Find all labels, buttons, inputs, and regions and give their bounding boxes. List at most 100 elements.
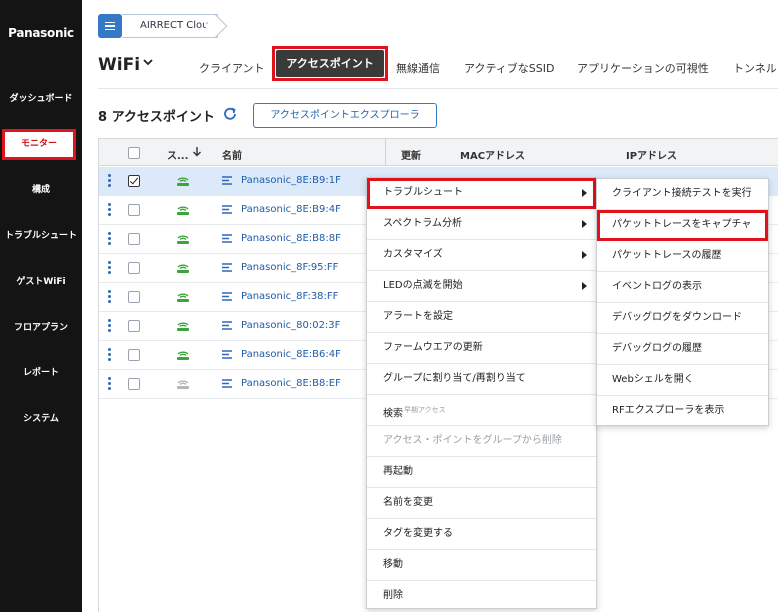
row-checkbox[interactable] [128, 175, 140, 187]
table-header: ス... 名前 更新 MACアドレス IPアドレス [99, 138, 778, 166]
menu-item-label: LEDの点滅を開始 [383, 280, 463, 291]
menu-item-search[interactable]: 検索早期アクセス [367, 395, 596, 426]
kebab-menu-icon[interactable] [108, 348, 111, 363]
tab-radios[interactable]: 無線通信 [396, 60, 440, 76]
submenu-item-capture-packet-trace[interactable]: パケットトレースをキャプチャ [597, 210, 768, 241]
details-list-icon[interactable] [222, 321, 232, 330]
submenu-arrow-icon [582, 251, 587, 259]
kebab-menu-icon[interactable] [108, 319, 111, 334]
hamburger-menu-icon[interactable] [98, 14, 122, 38]
access-point-name-link[interactable]: Panasonic_8E:B9:1F [241, 175, 341, 186]
column-status[interactable]: ス... [167, 147, 188, 162]
sort-down-icon[interactable] [192, 146, 202, 160]
row-checkbox[interactable] [128, 349, 140, 361]
tab-active-ssids[interactable]: アクティブなSSID [464, 60, 554, 76]
menu-item-reboot[interactable]: 再起動 [367, 457, 596, 488]
row-checkbox[interactable] [128, 204, 140, 216]
kebab-menu-icon[interactable] [108, 290, 111, 305]
tab-clients[interactable]: クライアント [199, 60, 265, 76]
details-list-icon[interactable] [222, 234, 232, 243]
menu-item-label: 検索 [383, 408, 403, 420]
details-list-icon[interactable] [222, 176, 232, 185]
row-checkbox[interactable] [128, 233, 140, 245]
details-list-icon[interactable] [222, 292, 232, 301]
submenu-arrow-icon [582, 282, 587, 290]
access-point-name-link[interactable]: Panasonic_8F:38:FF [241, 291, 338, 302]
access-point-online-icon [177, 206, 189, 215]
access-point-name-link[interactable]: Panasonic_8E:B8:EF [241, 378, 341, 389]
details-list-icon[interactable] [222, 350, 232, 359]
page-title[interactable]: WiFi [98, 55, 140, 75]
tab-app-visibility[interactable]: アプリケーションの可視性 [577, 60, 709, 76]
column-name[interactable]: 名前 [222, 147, 242, 162]
submenu-item-packet-trace-history[interactable]: パケットトレースの履歴 [597, 241, 768, 272]
row-checkbox[interactable] [128, 291, 140, 303]
sidebar-item-system[interactable]: システム [0, 413, 82, 425]
kebab-menu-icon[interactable] [108, 203, 111, 218]
menu-item-spectrum-analysis[interactable]: スペクトラム分析 [367, 209, 596, 240]
menu-item-set-alert[interactable]: アラートを設定 [367, 302, 596, 333]
access-point-name-link[interactable]: Panasonic_8F:95:FF [241, 262, 338, 273]
access-point-online-icon [177, 235, 189, 244]
access-point-name-link[interactable]: Panasonic_8E:B6:4F [241, 349, 341, 360]
access-point-name-link[interactable]: Panasonic_8E:B8:8F [241, 233, 341, 244]
menu-item-label: カスタマイズ [383, 249, 443, 260]
submenu-item-download-debug-log[interactable]: デバッグログをダウンロード [597, 303, 768, 334]
details-list-icon[interactable] [222, 379, 232, 388]
tab-tunnels[interactable]: トンネル [733, 60, 777, 76]
access-point-online-icon [177, 351, 189, 360]
sidebar-item-monitor[interactable]: モニター [2, 129, 76, 160]
kebab-menu-icon[interactable] [108, 232, 111, 247]
menu-item-remove-from-group: アクセス・ポイントをグループから削除 [367, 426, 596, 457]
breadcrumb-airrect-cloud[interactable]: AIRRECT Cloud [122, 14, 218, 38]
sidebar-item-report[interactable]: レポート [0, 367, 82, 379]
refresh-icon[interactable] [222, 106, 238, 122]
column-ip[interactable]: IPアドレス [626, 147, 677, 162]
row-checkbox[interactable] [128, 378, 140, 390]
row-checkbox[interactable] [128, 262, 140, 274]
menu-item-customize[interactable]: カスタマイズ [367, 240, 596, 271]
early-access-badge: 早期アクセス [404, 406, 446, 414]
select-all-checkbox[interactable] [128, 147, 140, 159]
troubleshoot-submenu: クライアント接続テストを実行 パケットトレースをキャプチャ パケットトレースの履… [596, 178, 769, 426]
kebab-menu-icon[interactable] [108, 261, 111, 276]
menu-item-firmware-update[interactable]: ファームウエアの更新 [367, 333, 596, 364]
menu-item-change-tags[interactable]: タグを変更する [367, 519, 596, 550]
submenu-item-debug-log-history[interactable]: デバッグログの履歴 [597, 334, 768, 365]
row-checkbox[interactable] [128, 320, 140, 332]
submenu-item-open-web-shell[interactable]: Webシェルを開く [597, 365, 768, 396]
submenu-arrow-icon [582, 189, 587, 197]
access-point-online-icon [177, 293, 189, 302]
menu-item-delete[interactable]: 削除 [367, 581, 596, 612]
sidebar-item-floorplan[interactable]: フロアプラン [0, 322, 82, 334]
kebab-menu-icon[interactable] [108, 174, 111, 189]
kebab-menu-icon[interactable] [108, 377, 111, 392]
column-separator [385, 139, 386, 166]
tab-access-points[interactable]: アクセスポイント [276, 50, 384, 77]
details-list-icon[interactable] [222, 205, 232, 214]
chevron-down-icon[interactable] [142, 57, 154, 70]
sidebar-item-guest-wifi[interactable]: ゲストWiFi [0, 276, 82, 288]
menu-item-move[interactable]: 移動 [367, 550, 596, 581]
sidebar-item-config[interactable]: 構成 [0, 184, 82, 196]
sidebar-item-dashboard[interactable]: ダッシュボード [0, 93, 82, 105]
menu-item-label: トラブルシュート [383, 187, 463, 198]
menu-item-led-blink[interactable]: LEDの点滅を開始 [367, 271, 596, 302]
sidebar-item-troubleshoot[interactable]: トラブルシュート [0, 230, 82, 242]
submenu-item-rf-explorer[interactable]: RFエクスプローラを表示 [597, 396, 768, 427]
access-point-explorer-button[interactable]: アクセスポイントエクスプローラ [253, 103, 437, 128]
sidebar: Panasonic ダッシュボード モニター 構成 トラブルシュート ゲストWi… [0, 0, 82, 612]
submenu-item-event-log[interactable]: イベントログの表示 [597, 272, 768, 303]
column-update[interactable]: 更新 [401, 147, 421, 162]
details-list-icon[interactable] [222, 263, 232, 272]
submenu-item-client-connect-test[interactable]: クライアント接続テストを実行 [597, 179, 768, 210]
menu-item-label: スペクトラム分析 [383, 218, 462, 229]
menu-item-assign-group[interactable]: グループに割り当て/再割り当て [367, 364, 596, 395]
access-point-name-link[interactable]: Panasonic_8E:B9:4F [241, 204, 341, 215]
access-point-offline-icon [177, 380, 189, 389]
column-mac[interactable]: MACアドレス [460, 147, 525, 162]
access-point-name-link[interactable]: Panasonic_80:02:3F [241, 320, 340, 331]
menu-item-troubleshoot[interactable]: トラブルシュート [367, 178, 596, 209]
access-point-online-icon [177, 322, 189, 331]
menu-item-rename[interactable]: 名前を変更 [367, 488, 596, 519]
